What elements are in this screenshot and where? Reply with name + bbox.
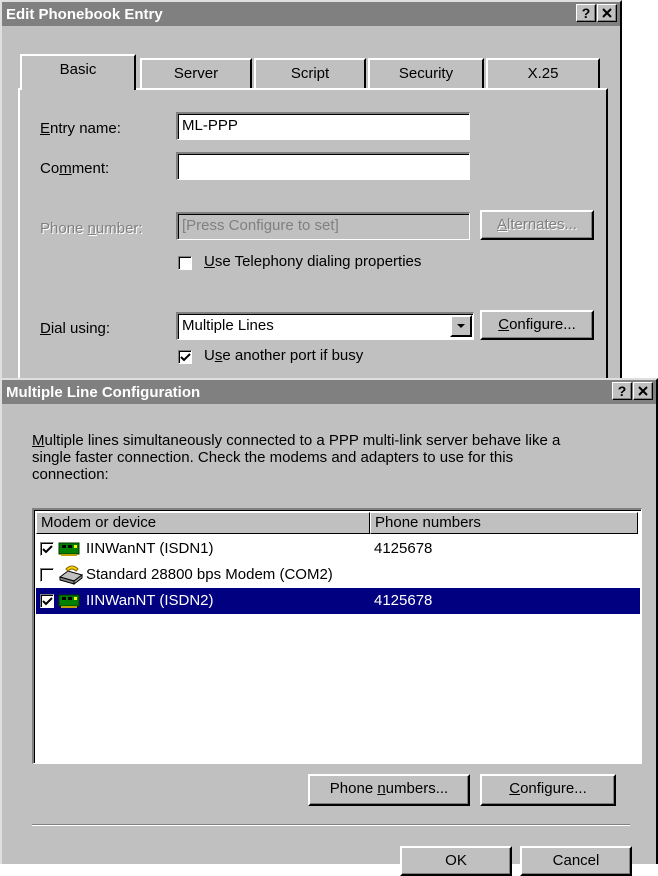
device-phone: 4125678 [374,592,433,609]
entry-name-label: Entry name: [40,120,121,137]
window-title: Multiple Line Configuration [6,383,201,401]
column-header-phone[interactable]: Phone numbers [370,512,638,534]
devices-listview[interactable]: Modem or device Phone numbers IINWanNT (… [32,508,642,764]
alternates-button: Alternates... [480,210,594,240]
help-button[interactable]: ? [576,4,596,22]
dial-using-label: Dial using: [40,320,111,337]
tab-script[interactable]: Script [254,58,366,90]
cancel-button[interactable]: Cancel [520,846,632,876]
help-button[interactable]: ? [612,382,632,400]
use-another-port-label: Use another port if busy [204,347,364,364]
device-checkbox[interactable] [40,542,54,556]
dial-using-select[interactable]: Multiple Lines [176,312,474,340]
chevron-down-icon [457,324,465,328]
edit-phonebook-entry-window: Edit Phonebook Entry ? Basic Server Scri… [0,0,622,388]
separator-line [32,824,630,826]
device-row[interactable]: Standard 28800 bps Modem (COM2) [36,562,640,588]
tab-security[interactable]: Security [368,58,484,90]
multiple-line-configuration-titlebar[interactable]: Multiple Line Configuration ? [2,380,656,404]
tab-x25[interactable]: X.25 [486,58,600,90]
tab-basic[interactable]: Basic [20,54,136,90]
use-another-port-checkbox[interactable] [178,350,192,364]
phone-numbers-button[interactable]: Phone numbers... [308,774,470,806]
close-button[interactable] [597,4,617,22]
device-row-selected[interactable]: IINWanNT (ISDN2) 4125678 [36,588,640,614]
telephony-checkbox[interactable] [178,256,192,270]
isdn-card-icon [58,542,80,556]
device-checkbox[interactable] [40,568,54,582]
device-checkbox[interactable] [40,594,54,608]
modem-icon [58,565,84,585]
dial-using-dropdown-button[interactable] [450,315,472,337]
close-icon [602,8,612,18]
checkmark-icon [180,353,191,362]
device-name: IINWanNT (ISDN2) [86,592,214,609]
tab-server[interactable]: Server [140,58,252,90]
configure-device-button[interactable]: Configure... [480,774,616,806]
isdn-card-icon [58,594,80,608]
close-icon [638,386,648,396]
device-name: IINWanNT (ISDN1) [86,540,214,557]
ok-button[interactable]: OK [400,846,512,876]
comment-input[interactable] [176,152,470,180]
close-button[interactable] [633,382,653,400]
edit-phonebook-entry-titlebar[interactable]: Edit Phonebook Entry ? [2,2,620,26]
basic-tab-panel: Entry name: ML-PPP Comment: Phone number… [18,88,608,388]
entry-name-input[interactable]: ML-PPP [176,112,470,140]
comment-label: Comment: [40,160,110,177]
window-title: Edit Phonebook Entry [6,5,163,23]
device-phone: 4125678 [374,540,433,557]
phone-number-label: Phone number: [40,220,143,237]
device-name: Standard 28800 bps Modem (COM2) [86,566,333,583]
multiple-line-configuration-window: Multiple Line Configuration ? Multiple l… [0,378,658,876]
checkmark-icon [42,545,53,554]
phone-number-input: [Press Configure to set] [176,212,470,240]
device-row[interactable]: IINWanNT (ISDN1) 4125678 [36,536,640,562]
description-text: Multiple lines simultaneously connected … [32,432,561,483]
configure-button[interactable]: Configure... [480,310,594,340]
telephony-checkbox-label: Use Telephony dialing properties [204,253,422,270]
checkmark-icon [42,597,53,606]
column-header-modem[interactable]: Modem or device [36,512,370,534]
